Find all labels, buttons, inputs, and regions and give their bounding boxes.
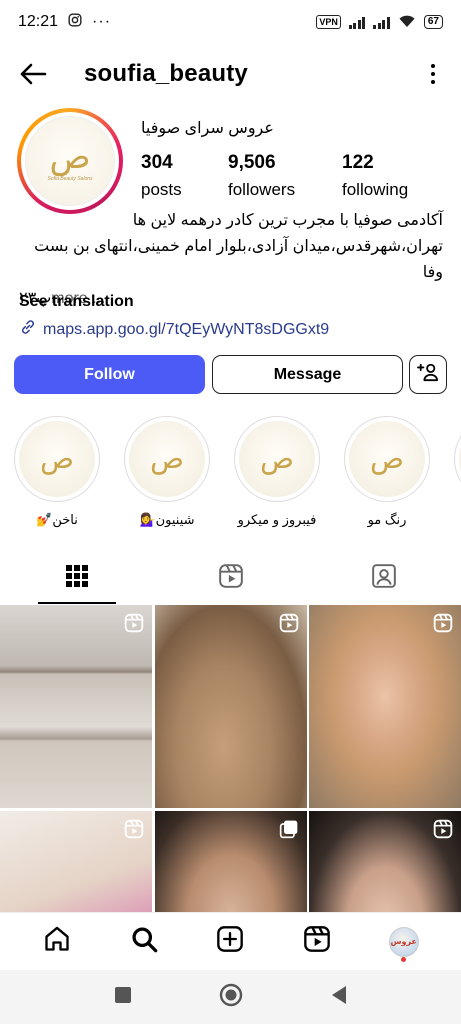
profile-avatar-icon: عروس [388,926,419,957]
highlight-nails[interactable]: ص ناخن💅 [13,416,101,528]
message-button[interactable]: Message [212,355,403,394]
bio-line-2: تهران،شهرقدس،میدان آزادی،بلوار امام خمین… [34,238,443,281]
highlight-label: فیبروز و میکرو [237,512,317,527]
back-arrow-icon[interactable] [18,59,48,89]
see-translation-link[interactable]: See translation [19,293,134,311]
highlight-logo-icon: ص [260,442,294,475]
status-more-dots: ··· [92,13,112,30]
home-icon [43,925,71,958]
tab-posts-grid[interactable] [0,552,154,604]
bio-line-1: آکادمی صوفیا با مجرب ترین کادر درهمه لای… [132,212,443,229]
posts-count: 304 [141,152,173,173]
status-time: 12:21 [18,13,59,30]
reels-nav-icon [303,925,331,958]
highlight-chignon[interactable]: ص شینیون💁‍♀️ [123,416,211,528]
highlight-label: شینیون💁‍♀️ [139,512,195,527]
highlight-logo-icon: ص [370,442,404,475]
profile-tabs [0,552,461,604]
more-options-icon[interactable] [423,64,443,84]
signal-icon [348,16,366,29]
link-icon [19,318,37,341]
profile-display-name: عروس سرای صوفیا [141,120,274,137]
instagram-notification-icon [68,12,82,32]
nav-search[interactable] [122,920,166,964]
stat-followers[interactable]: 9,506 followers [228,152,342,200]
status-bar: 12:21 ··· VPN 67 [0,0,461,44]
post-thumbnail[interactable] [154,605,307,808]
logo-text: Sofia Beauty Salons [47,176,93,182]
reels-icon [218,563,244,594]
followers-label: followers [228,180,296,199]
back-triangle-icon[interactable] [330,985,348,1010]
wifi-icon [398,14,416,31]
bottom-navigation: عروس [0,912,461,970]
notification-dot [401,956,407,962]
follow-button[interactable]: Follow [14,355,205,394]
highlight-label: رنگ مو [367,512,407,527]
followers-count: 9,506 [228,152,276,173]
reel-badge-icon [124,819,144,839]
profile-avatar[interactable]: ص Sofia Beauty Salons [17,108,123,214]
signal-icon-2 [373,16,390,29]
system-navigation-bar [0,970,461,1024]
nav-profile[interactable]: عروس [382,920,426,964]
recent-apps-icon[interactable] [114,986,132,1009]
profile-link-text: maps.app.goo.gl/7tQEyWyNT8sDGGxt9 [43,320,330,338]
vpn-icon: VPN [316,15,341,29]
post-thumbnail[interactable] [0,605,152,808]
highlight-label: ناخن💅 [36,512,78,527]
grid-icon [65,564,89,593]
highlight-logo-icon: ص [150,442,184,475]
following-label: following [342,180,409,199]
carousel-badge-icon [279,819,299,839]
reel-badge-icon [279,613,299,633]
add-post-icon [216,925,244,958]
stat-following[interactable]: 122 following [342,152,408,200]
stat-posts[interactable]: 304 posts [141,152,228,200]
nav-create[interactable] [208,920,252,964]
suggested-users-button[interactable] [409,355,447,394]
tab-tagged[interactable] [307,552,461,604]
add-user-icon [417,362,439,387]
profile-link[interactable]: maps.app.goo.gl/7tQEyWyNT8sDGGxt9 [19,318,329,341]
story-highlights: ص ناخن💅 ص شینیون💁‍♀️ ص فیبروز و میکرو ص … [13,416,461,534]
profile-stats: 304 posts 9,506 followers 122 following [141,152,408,200]
posts-label: posts [141,180,182,199]
highlight-partial[interactable] [453,416,461,502]
highlight-hair-color[interactable]: ص رنگ مو [343,416,431,528]
tab-reels[interactable] [154,552,308,604]
salon-logo-icon: ص [49,137,91,177]
following-count: 122 [342,152,374,173]
reel-badge-icon [433,613,453,633]
profile-username: soufia_beauty [84,60,248,87]
tagged-person-icon [371,563,397,594]
home-circle-icon[interactable] [219,983,243,1012]
search-icon [130,925,158,958]
nav-reels[interactable] [295,920,339,964]
reel-badge-icon [124,613,144,633]
highlight-logo-icon: ص [40,442,74,475]
reel-badge-icon [433,819,453,839]
profile-header: soufia_beauty [0,48,461,100]
battery-icon: 67 [423,15,443,29]
post-thumbnail[interactable] [309,605,461,808]
highlight-fibroz-micro[interactable]: ص فیبروز و میکرو [233,416,321,528]
nav-home[interactable] [35,920,79,964]
